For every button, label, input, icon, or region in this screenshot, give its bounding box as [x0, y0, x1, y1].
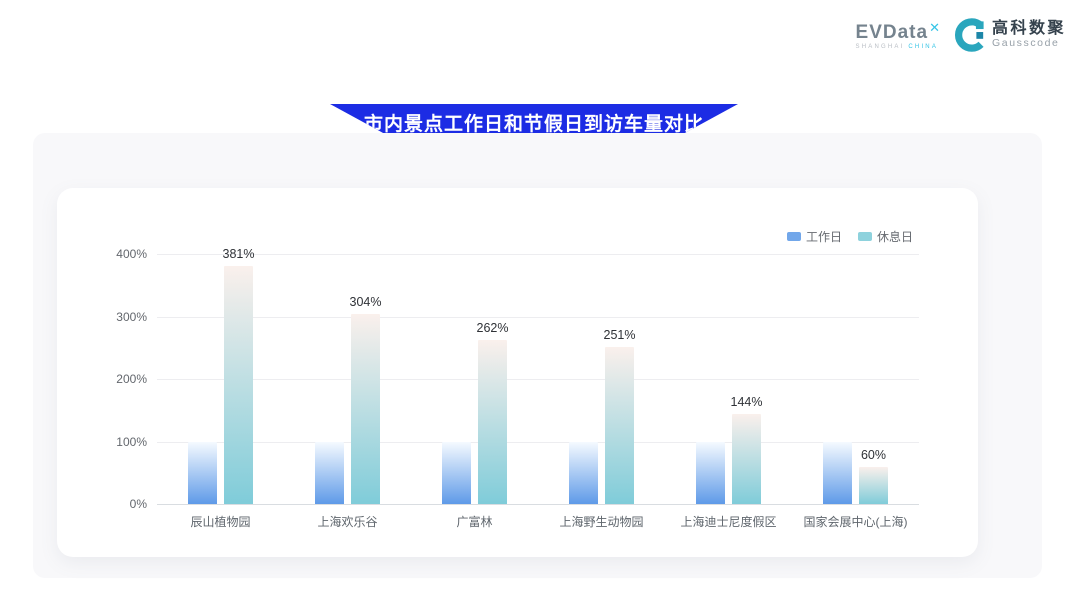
bar-workday[interactable] — [188, 442, 217, 505]
bar-workday[interactable] — [442, 442, 471, 505]
bar-restday[interactable] — [732, 414, 761, 504]
y-tick-label: 0% — [101, 497, 147, 511]
x-axis-label: 国家会展中心(上海) — [776, 513, 936, 530]
bar-restday[interactable] — [351, 314, 380, 504]
y-tick-label: 300% — [101, 310, 147, 324]
bar-value-label: 144% — [717, 395, 777, 409]
bar-workday[interactable] — [696, 442, 725, 505]
gausscode-text: 高科数聚 Gausscode — [992, 20, 1066, 49]
gausscode-g-icon — [953, 18, 987, 52]
gridline — [157, 442, 919, 443]
evdata-subtitle-left: SHANGHAI — [856, 44, 905, 50]
page: EVData✕ SHANGHAI CHINA 高科数聚 Gausscode 市内… — [0, 0, 1080, 608]
y-tick-label: 100% — [101, 435, 147, 449]
y-tick-label: 200% — [101, 372, 147, 386]
gridline — [157, 254, 919, 255]
bar-value-label: 262% — [463, 321, 523, 335]
evdata-logo: EVData✕ SHANGHAI CHINA — [856, 21, 941, 50]
gridline — [157, 317, 919, 318]
evdata-x-icon: ✕ — [929, 20, 941, 35]
gausscode-logo: 高科数聚 Gausscode — [953, 18, 1066, 52]
evdata-name: EVData — [856, 22, 929, 43]
x-axis-line — [157, 504, 919, 505]
chart-panel: 工作日 休息日 0%100%200%300%400%381%辰山植物园304%上… — [33, 133, 1042, 578]
chart-card: 工作日 休息日 0%100%200%300%400%381%辰山植物园304%上… — [57, 188, 978, 557]
bar-restday[interactable] — [224, 266, 253, 504]
gridline — [157, 379, 919, 380]
bar-restday[interactable] — [478, 340, 507, 504]
bar-restday[interactable] — [605, 347, 634, 504]
bar-chart-plot: 0%100%200%300%400%381%辰山植物园304%上海欢乐谷262%… — [57, 188, 978, 557]
bar-value-label: 251% — [590, 328, 650, 342]
evdata-subtitle-right: CHINA — [908, 44, 938, 50]
gausscode-cn-label: 高科数聚 — [992, 20, 1066, 38]
bar-workday[interactable] — [315, 442, 344, 505]
bar-value-label: 304% — [336, 295, 396, 309]
bar-value-label: 60% — [844, 448, 904, 462]
bar-value-label: 381% — [209, 247, 269, 261]
gausscode-en-label: Gausscode — [992, 38, 1066, 50]
header-logos: EVData✕ SHANGHAI CHINA 高科数聚 Gausscode — [856, 18, 1066, 52]
page-title: 市内景点工作日和节假日到访车量对比 — [364, 109, 704, 136]
y-tick-label: 400% — [101, 247, 147, 261]
evdata-wordmark: EVData✕ — [856, 21, 941, 42]
bar-restday[interactable] — [859, 467, 888, 505]
evdata-subtitle: SHANGHAI CHINA — [856, 44, 941, 50]
bar-workday[interactable] — [569, 442, 598, 505]
